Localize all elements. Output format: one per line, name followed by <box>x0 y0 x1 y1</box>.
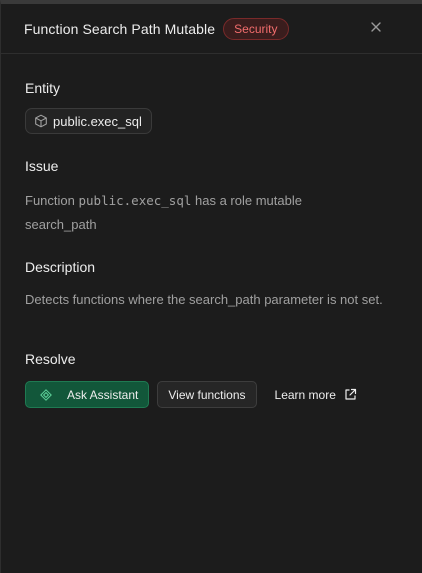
panel-title: Function Search Path Mutable <box>24 20 216 37</box>
entity-name: public.exec_sql <box>53 113 142 129</box>
issue-prefix: Function <box>25 193 75 208</box>
external-link-icon <box>344 388 357 401</box>
close-button[interactable] <box>366 17 386 37</box>
issue-line2: search_path <box>25 217 97 232</box>
security-badge: Security <box>223 17 289 40</box>
description-text: Detects functions where the search_path … <box>25 292 383 307</box>
description-heading: Description <box>25 259 96 275</box>
issue-text: Function public.exec_sql has a role muta… <box>25 189 400 237</box>
assistant-icon <box>40 388 52 401</box>
view-functions-button[interactable]: View functions <box>157 381 257 408</box>
close-icon <box>371 22 381 32</box>
cube-icon <box>34 114 48 128</box>
lint-detail-panel: Function Search Path Mutable Security En… <box>0 0 422 573</box>
learn-more-link[interactable]: Learn more <box>265 381 367 408</box>
resolve-actions: Ask Assistant View functions Learn more <box>25 381 367 408</box>
issue-heading: Issue <box>25 158 59 174</box>
issue-suffix: has a role mutable <box>195 193 302 208</box>
learn-more-label: Learn more <box>274 387 336 402</box>
ask-assistant-label: Ask Assistant <box>67 387 139 402</box>
panel-header: Function Search Path Mutable Security <box>1 4 422 54</box>
issue-code: public.exec_sql <box>78 193 192 208</box>
entity-chip[interactable]: public.exec_sql <box>25 108 152 134</box>
ask-assistant-button[interactable]: Ask Assistant <box>25 381 150 408</box>
resolve-heading: Resolve <box>25 351 76 367</box>
entity-heading: Entity <box>25 80 61 96</box>
